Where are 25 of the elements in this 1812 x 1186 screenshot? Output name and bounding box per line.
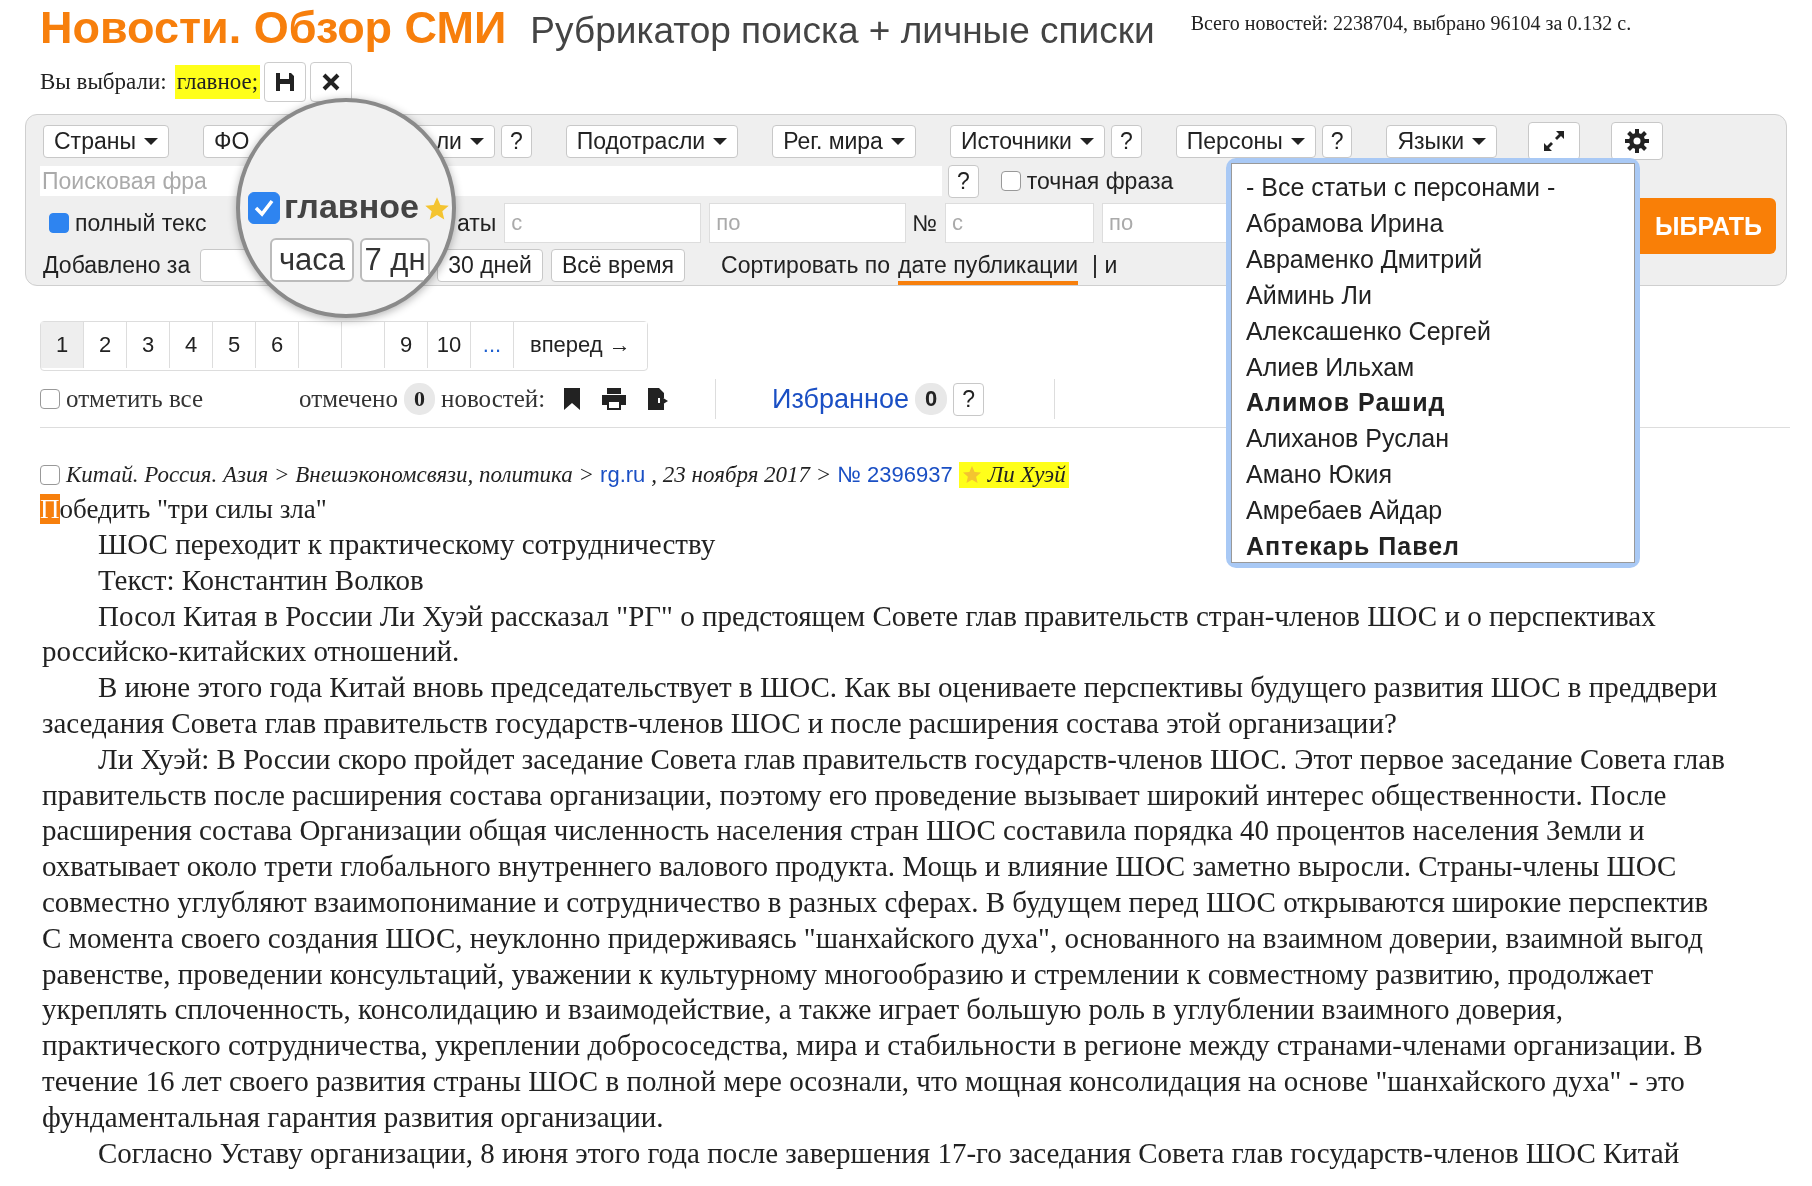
page-subtitle: Рубрикатор поиска + личные списки	[530, 10, 1155, 52]
article-paragraph: Согласно Уставу организации, 8 июня этого года после завершения 17-го заседания Совета глав государств-членов ШОС Китай	[97, 1135, 1680, 1171]
stats-text: Всего новостей: 2238704, выбрано 96104 за 0.132 с.	[1190, 12, 1632, 35]
site-title: Новости. Обзор СМИ	[40, 2, 507, 54]
date-label: аты	[457, 209, 497, 237]
marked-label: отмечено	[299, 385, 398, 413]
select-all-label: отметить все	[66, 385, 204, 413]
sort-label: Сортировать по	[721, 251, 891, 279]
article-paragraph: Текст: Константин Волков	[97, 562, 424, 598]
added-label: Добавлено за	[43, 251, 191, 279]
person-tag: Ли Хуэй	[958, 462, 1069, 488]
article-paragraph: Посол Китая в России Ли Хуэй рассказал "РГ" о предстоящем Совете глав правительств стран-членов ШОС и о перспективах российско-китайских отношений.	[42, 598, 1656, 670]
rubric-path: Китай. Россия. Азия > Внешэкономсвязи, политика >	[66, 462, 595, 488]
selected-tag: главное;	[174, 65, 261, 99]
number-label: №	[912, 209, 938, 237]
checkbox-label: точная фраза	[1026, 167, 1174, 195]
article-paragraph: В июне этого года Китай вновь председательствует в ШОС. Как вы оцениваете перспективы будущего развития ШОС в преддвери заседания Совета глав правительств государств-членов ШОС и после расширения состава этой организации?	[42, 670, 1718, 741]
article-paragraph: Ли Хуэй: В России скоро пройдет заседание Совета глав правительств государств-членов ШОС. Этот первое заседание Совета глав правительств после расширения состава организации, поэтому его проведение вызывает широкий интерес общественности. После расширения состава Организации общая численность населения стран ШОС составила порядка 40 процентов населения Земли и охватывает около трети глобального внутреннего валового продукта. Мощь и влияние ШОС заметно выросли. Страны-члены ШОС совместно углубляют взаимопонимание и сотрудничество в разных сферах. В будущем перед ШОС открываются широкие перспектив С момента своего создания ШОС, неуклонно придерживаясь "шанхайского духа", основанного на взаимном доверии, взаимной выгод равенстве, проведении консультаций, уважении к культурному многообразию и стремлении к совместному развитию, продолжает укреплять сплоченность, консолидацию и взаимодействие, а также играет большую роль в углублении взаимного доверия, практического сотрудничества, укреплении добрососедства, мира и стабильности в регионе между странами-членами организации. В течение 16 лет своего развития страны ШОС в полной мере осознали, что мощная консолидация на основе "шанхайского духа" - это фундаментальная гарантия развития организации.	[42, 741, 1725, 1135]
article-date: , 23 ноября 2017 >	[651, 462, 832, 488]
count-badge: 0	[914, 383, 948, 415]
selection-label: Вы выбрали:	[40, 69, 167, 95]
count-badge: 0	[404, 383, 435, 415]
checkbox-label: полный текс	[75, 209, 207, 237]
news-label: новостей:	[441, 385, 546, 413]
article-paragraph: ШОС переходит к практическому сотрудничеству	[97, 527, 716, 562]
